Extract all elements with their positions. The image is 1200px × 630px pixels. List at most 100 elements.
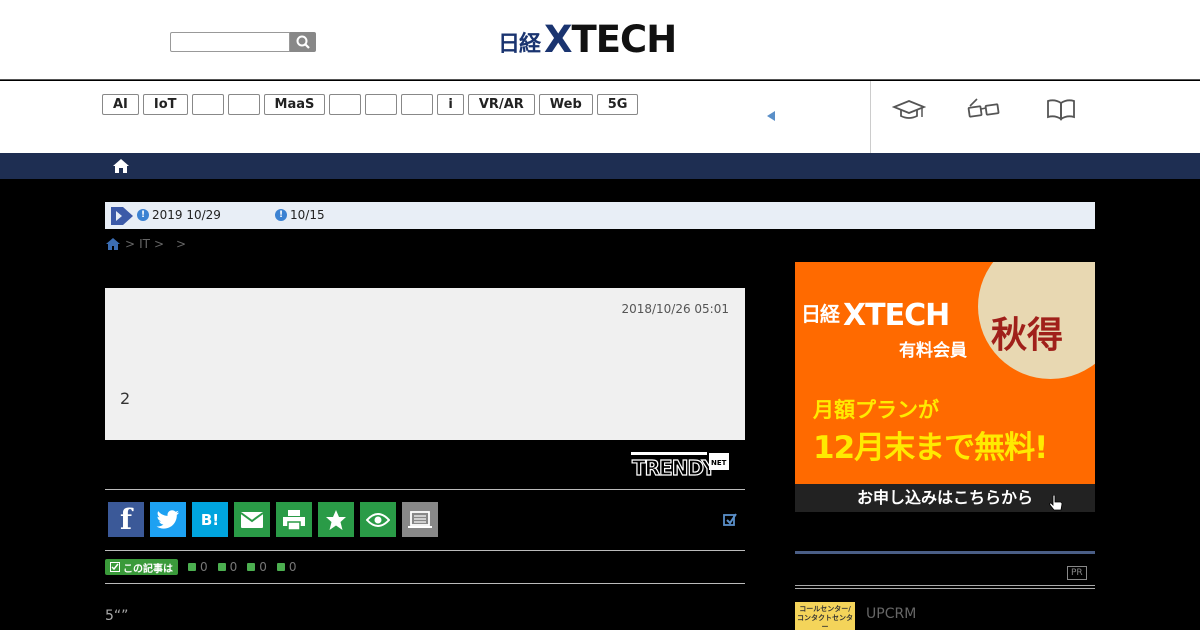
plus-icon [188,563,196,571]
breadcrumb-home-icon[interactable] [105,237,121,251]
twitter-share-button[interactable] [150,502,186,537]
net-text: NET [711,459,727,467]
exclamation-icon: ! [137,209,149,221]
breadcrumb-section[interactable]: IT [139,237,150,251]
ad-free-text: 12月末まで無料! [813,430,1048,466]
facebook-icon: f [119,503,133,536]
breadcrumb-separator: > [125,237,136,251]
hatena-icon: B! [200,510,220,529]
logo-en-text: XTECH [544,18,677,61]
ad-plan-text: 月額プランが [813,398,939,422]
tag-navigation: AI IoT MaaS i VR/AR Web 5G [0,81,1200,153]
home-icon[interactable] [112,157,130,175]
tag-blank-4[interactable] [365,94,398,115]
graduation-cap-icon[interactable] [892,95,926,123]
mail-share-button[interactable] [234,502,270,537]
evaluation-count: 0 [229,560,238,574]
notice-item[interactable]: ! 10/15 [275,208,325,222]
divider [105,489,745,490]
evaluation-option[interactable]: 0 [247,560,267,574]
site-header: 日経 XTECH [0,0,1200,80]
exclamation-icon: ! [275,209,287,221]
mail-icon [240,511,264,528]
pr-badge: PR [1067,566,1087,580]
divider [105,550,745,551]
ad-brand-logo: 日経 XTECH [801,298,950,333]
tag-blank-5[interactable] [401,94,434,115]
evaluation-row: この記事は 0 0 0 0 [105,559,297,575]
ad-brand-jp: 日経 [801,302,840,326]
ad-brand-x: X [843,298,866,333]
logo-jp-text: 日経 [498,32,541,57]
pr-title-link[interactable]: UPCRM [866,606,916,622]
plus-icon [276,563,285,571]
notice-item[interactable]: ! 2019 10/29 [137,208,221,222]
site-logo[interactable]: 日経 XTECH [498,18,708,62]
ad-brand-tech: TECH [865,298,950,333]
tag-list: AI IoT MaaS i VR/AR Web 5G [102,94,639,115]
sidebar-divider [795,588,1095,589]
plus-icon [217,563,226,571]
article-body-text: 5“” [105,608,129,624]
plus-icon [247,563,256,571]
hand-cursor-icon [1049,495,1063,511]
twitter-icon [156,509,179,529]
breadcrumb-separator: > [153,237,164,251]
search-icon [296,35,310,49]
tag-i[interactable]: i [437,94,464,115]
facebook-share-button[interactable]: f [108,502,144,537]
evaluation-option[interactable]: 0 [188,560,208,574]
search-input[interactable] [170,32,290,52]
trendy-text: TRENDY [632,456,717,480]
divider [105,583,745,584]
search-button[interactable] [290,32,316,52]
evaluation-badge: この記事は [105,559,178,575]
star-icon [326,509,346,530]
reader-mode-button[interactable] [402,502,438,537]
watch-button[interactable] [360,502,396,537]
tag-scroll-left-icon[interactable] [767,111,775,121]
nav-divider [870,81,871,153]
glasses-icon[interactable] [967,95,1001,123]
ad-member-label: 有料会員 [899,341,967,361]
pr-thumb-text: コールセンター/ [799,605,851,613]
notice-bar: ! 2019 10/29 ! 10/15 [105,202,1095,229]
evaluation-option[interactable]: 0 [217,560,238,574]
pr-thumbnail[interactable]: コールセンター/ コンタクトセンター [795,602,855,630]
notice-text: 2019 10/29 [152,208,221,222]
eye-icon [366,512,390,527]
tag-maas[interactable]: MaaS [263,94,326,115]
evaluation-badge-label: この記事は [123,563,173,575]
evaluation-count: 0 [288,560,297,574]
tag-blank-2[interactable] [227,94,260,115]
book-icon[interactable] [1044,95,1078,123]
tag-iot[interactable]: IoT [142,94,188,115]
evaluation-count: 0 [259,560,267,574]
main-nav-bar [0,153,1200,179]
tag-blank-3[interactable] [329,94,362,115]
notice-text: 10/15 [290,208,325,222]
evaluation-count: 0 [200,560,208,574]
hatena-bookmark-button[interactable]: B! [192,502,228,537]
clip-check-icon[interactable] [723,512,737,526]
breadcrumb-separator: > [176,237,187,251]
pr-thumb-text: コンタクトセンター [797,614,853,630]
article-title: 2 [120,389,131,408]
laptop-icon [408,510,432,528]
ad-campaign-label: 秋得 [991,314,1064,356]
sidebar-divider [795,585,1095,586]
tag-web[interactable]: Web [538,94,593,115]
article-date: 2018/10/26 05:01 [621,302,729,316]
favorite-button[interactable] [318,502,354,537]
check-icon [110,562,120,572]
evaluation-option[interactable]: 0 [276,560,297,574]
breadcrumb: > IT > > [105,237,186,251]
share-buttons: f B! [108,502,438,537]
print-button[interactable] [276,502,312,537]
subscription-ad-banner[interactable]: 日経 XTECH 有料会員 秋得 月額プランが 12月末まで無料! お申し込みはこ… [795,262,1095,512]
tag-blank-1[interactable] [191,94,224,115]
trendy-net-logo[interactable]: TRENDY NET [630,450,730,480]
tag-ai[interactable]: AI [102,94,139,115]
tag-5g[interactable]: 5G [596,94,639,115]
tag-vr-ar[interactable]: VR/AR [467,94,535,115]
